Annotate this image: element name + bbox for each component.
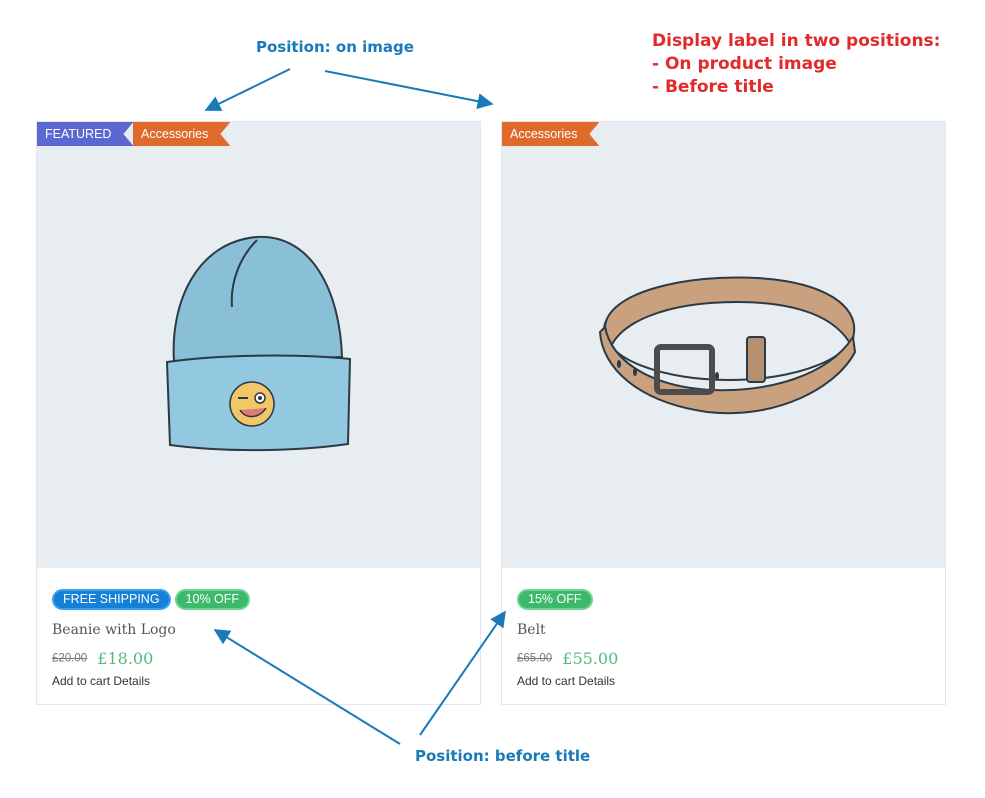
old-price: £20.00 [52, 652, 88, 665]
belt-image [598, 276, 857, 415]
annotation-before-title: Position: before title [415, 747, 591, 765]
ribbon-featured: FEATURED [37, 122, 133, 146]
badge-discount: 15% OFF [517, 589, 593, 610]
product-card-beanie[interactable]: FEATURED Accessories FREE SHIPPING 10% O… [36, 121, 481, 705]
annotation-note-line: - Before title [652, 77, 774, 97]
product-image[interactable] [502, 122, 945, 568]
badge-row: FREE SHIPPING 10% OFF [52, 589, 251, 610]
price-row: £65.00 £55.00 [517, 648, 618, 668]
product-actions: Add to cart Details [52, 674, 150, 688]
add-to-cart-link[interactable]: Add to cart [52, 674, 110, 688]
current-price: £18.00 [97, 649, 154, 668]
product-card-belt[interactable]: Accessories 15% OFF Belt £65.00 £55.00 A… [501, 121, 946, 705]
ribbon-category: Accessories [502, 122, 599, 146]
product-title[interactable]: Beanie with Logo [52, 622, 176, 638]
details-link[interactable]: Details [578, 674, 615, 688]
badge-free-shipping: FREE SHIPPING [52, 589, 171, 610]
product-actions: Add to cart Details [517, 674, 615, 688]
ribbon-category: Accessories [133, 122, 230, 146]
current-price: £55.00 [562, 649, 619, 668]
annotation-note-line: - On product image [652, 54, 837, 74]
details-link[interactable]: Details [113, 674, 150, 688]
beanie-image [165, 235, 352, 452]
product-image[interactable] [37, 122, 480, 568]
product-title[interactable]: Belt [517, 622, 546, 638]
old-price: £65.00 [517, 652, 553, 665]
price-row: £20.00 £18.00 [52, 648, 153, 668]
add-to-cart-link[interactable]: Add to cart [517, 674, 575, 688]
badge-discount: 10% OFF [174, 589, 251, 610]
annotation-note: Display label in two positions: - On pro… [652, 30, 940, 99]
annotation-on-image: Position: on image [256, 38, 414, 56]
arrow-line [204, 68, 291, 111]
badge-row: 15% OFF [517, 589, 593, 610]
annotation-note-line: Display label in two positions: [652, 31, 941, 51]
arrow-line [324, 70, 494, 110]
